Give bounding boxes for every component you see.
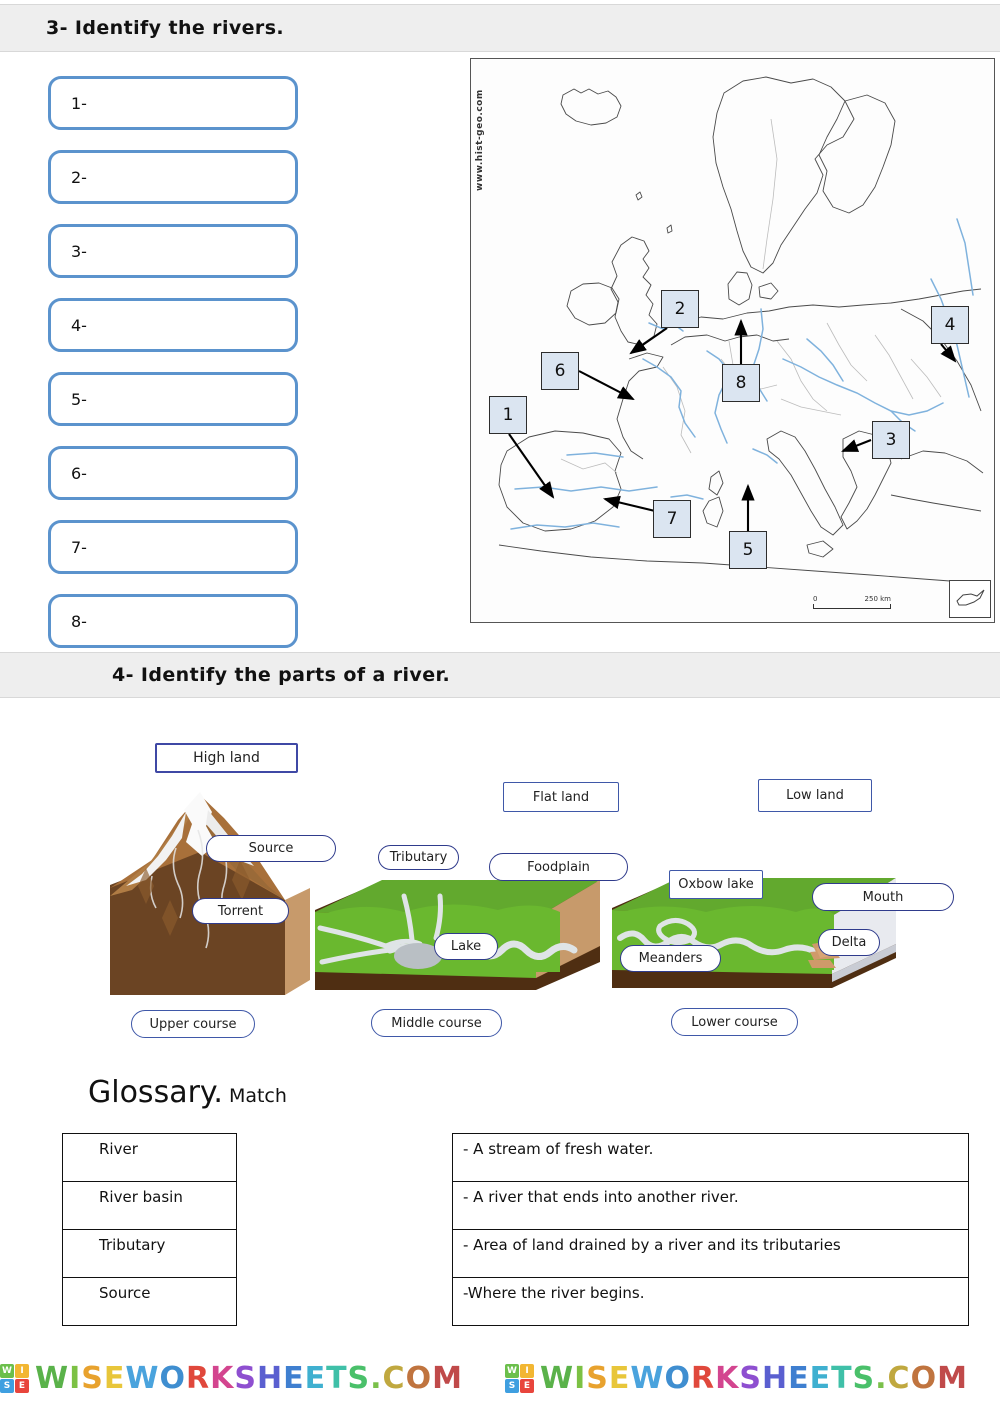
answer-box-6[interactable]: 6-	[48, 446, 298, 500]
watermark-brand-text: WISEWORKSHEETS.COM	[35, 1361, 463, 1396]
glossary-term-cell[interactable]: River basin	[62, 1181, 237, 1230]
watermark-brand-text: WISEWORKSHEETS.COM	[540, 1361, 968, 1396]
cyprus-inset	[949, 580, 991, 618]
river-label-lower-course[interactable]: Lower course	[671, 1008, 798, 1036]
logo-tile-i: I	[15, 1364, 29, 1378]
river-label-high-land[interactable]: High land	[155, 743, 298, 773]
glossary-term-cell[interactable]: Tributary	[62, 1229, 237, 1278]
map-marker-4[interactable]: 4	[931, 306, 969, 344]
cyprus-shape	[956, 589, 985, 606]
logo-tile-i: I	[520, 1364, 534, 1378]
map-marker-8[interactable]: 8	[722, 364, 760, 402]
glossary-definition-row[interactable]: - A river that ends into another river.	[452, 1181, 969, 1230]
section-header-q3: 3- Identify the rivers.	[0, 4, 1000, 52]
map-scalebar: 0 250 km	[813, 595, 891, 609]
upper-course-block	[110, 792, 310, 995]
map-marker-2[interactable]: 2	[661, 290, 699, 328]
section-title-q3: 3- Identify the rivers.	[46, 17, 285, 39]
glossary-term-row[interactable]: Source	[62, 1277, 237, 1326]
river-label-foodplain[interactable]: Foodplain	[489, 853, 628, 881]
watermark-unit: W I S E WISEWORKSHEETS.COM	[505, 1361, 968, 1396]
river-label-source[interactable]: Source	[206, 835, 336, 862]
logo-tile-s: S	[0, 1379, 14, 1393]
glossary-definition-cell[interactable]: - A river that ends into another river.	[452, 1181, 969, 1230]
glossary-definitions-table[interactable]: - A stream of fresh water. - A river that…	[452, 1133, 969, 1326]
glossary-terms-body: River River basin Tributary Source	[62, 1133, 237, 1326]
answer-box-1[interactable]: 1-	[48, 76, 298, 130]
glossary-heading: Glossary. Match	[88, 1075, 287, 1110]
answer-box-label: 5-	[71, 389, 87, 409]
glossary-definition-row[interactable]: - Area of land drained by a river and it…	[452, 1229, 969, 1278]
map-marker-5[interactable]: 5	[729, 531, 767, 569]
answer-box-label: 2-	[71, 167, 87, 187]
answer-box-5[interactable]: 5-	[48, 372, 298, 426]
logo-tile-e: E	[15, 1379, 29, 1393]
glossary-definition-cell[interactable]: - Area of land drained by a river and it…	[452, 1229, 969, 1278]
glossary-title-main: Glossary.	[88, 1075, 223, 1110]
glossary-term-cell[interactable]: River	[62, 1133, 237, 1182]
logo-tile-e: E	[520, 1379, 534, 1393]
wiseworksheets-logo-icon: WISE	[0, 1364, 29, 1393]
section-title-q4: 4- Identify the parts of a river.	[112, 664, 451, 686]
glossary-term-cell[interactable]: Source	[62, 1277, 237, 1326]
glossary-title-sub: Match	[228, 1085, 287, 1107]
glossary-terms-table[interactable]: River River basin Tributary Source	[62, 1133, 237, 1326]
logo-tile-w: W	[505, 1364, 519, 1378]
glossary-definition-row[interactable]: - A stream of fresh water.	[452, 1133, 969, 1182]
scale-end: 250 km	[864, 595, 891, 603]
answer-box-7[interactable]: 7-	[48, 520, 298, 574]
river-label-delta[interactable]: Delta	[818, 929, 880, 956]
river-label-low-land[interactable]: Low land	[758, 779, 872, 812]
map-marker-1[interactable]: 1	[489, 396, 527, 434]
answer-box-label: 1-	[71, 93, 87, 113]
river-parts-diagram[interactable]: High land Flat land Low land Source Torrent T…	[0, 700, 1000, 1050]
glossary-term-row[interactable]: River basin	[62, 1181, 237, 1230]
answer-box-3[interactable]: 3-	[48, 224, 298, 278]
river-label-flat-land[interactable]: Flat land	[503, 782, 619, 812]
footer-watermark: W I S E WISEWORKSHEETS.COM W I S E WISEWORKSHEETS…	[0, 1361, 1000, 1413]
glossary-definition-cell[interactable]: -Where the river begins.	[452, 1277, 969, 1326]
answer-box-label: 6-	[71, 463, 87, 483]
glossary-definitions-body: - A stream of fresh water. - A river that…	[452, 1133, 969, 1326]
river-label-upper-course[interactable]: Upper course	[131, 1010, 255, 1038]
glossary-term-row[interactable]: Tributary	[62, 1229, 237, 1278]
answer-box-list: 1- 2- 3- 4- 5- 6- 7- 8-	[48, 76, 298, 668]
answer-box-label: 3-	[71, 241, 87, 261]
map-marker-3[interactable]: 3	[872, 421, 910, 459]
river-label-oxbow-lake[interactable]: Oxbow lake	[669, 870, 763, 899]
answer-box-2[interactable]: 2-	[48, 150, 298, 204]
map-marker-7[interactable]: 7	[653, 500, 691, 538]
river-label-torrent[interactable]: Torrent	[192, 898, 289, 924]
river-label-tributary[interactable]: Tributary	[378, 845, 459, 870]
europe-rivers-map[interactable]: www.hist-geo.com 12345678 0 250 km	[470, 58, 995, 623]
river-label-lake[interactable]: Lake	[434, 933, 498, 960]
scale-rule	[813, 604, 891, 609]
river-label-mouth[interactable]: Mouth	[812, 883, 954, 911]
answer-box-label: 4-	[71, 315, 87, 335]
scale-start: 0	[813, 595, 818, 603]
river-label-meanders[interactable]: Meanders	[620, 945, 721, 972]
map-marker-6[interactable]: 6	[541, 352, 579, 390]
answer-box-8[interactable]: 8-	[48, 594, 298, 648]
watermark-unit: W I S E WISEWORKSHEETS.COM	[0, 1361, 463, 1396]
answer-box-4[interactable]: 4-	[48, 298, 298, 352]
glossary-term-row[interactable]: River	[62, 1133, 237, 1182]
logo-tile-s: S	[505, 1379, 519, 1393]
wiseworksheets-logo-icon: WISE	[505, 1364, 534, 1393]
section-header-q4: 4- Identify the parts of a river.	[0, 652, 1000, 698]
glossary-definition-cell[interactable]: - A stream of fresh water.	[452, 1133, 969, 1182]
river-label-middle-course[interactable]: Middle course	[371, 1009, 502, 1037]
logo-tile-w: W	[0, 1364, 14, 1378]
answer-box-label: 8-	[71, 611, 87, 631]
answer-box-label: 7-	[71, 537, 87, 557]
glossary-definition-row[interactable]: -Where the river begins.	[452, 1277, 969, 1326]
